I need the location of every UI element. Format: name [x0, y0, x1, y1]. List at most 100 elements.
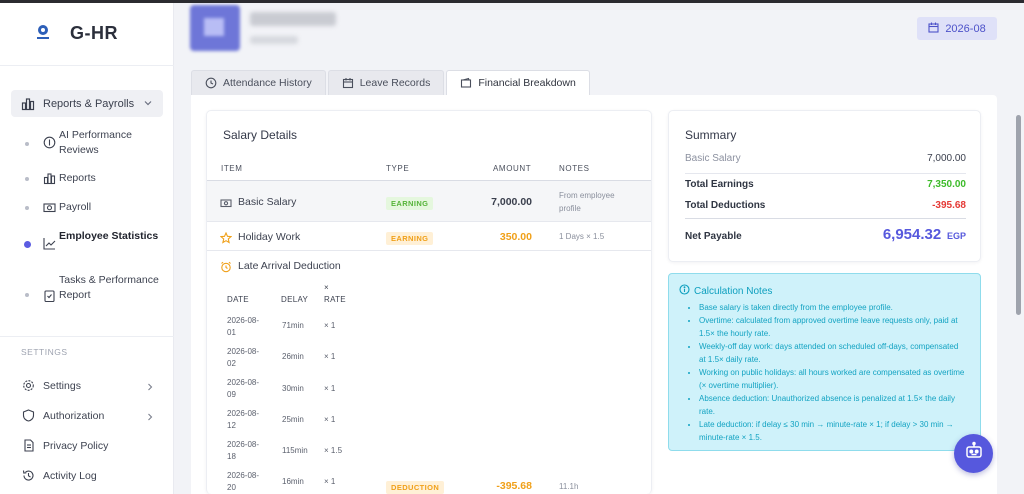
type-badge: EARNING: [386, 197, 434, 210]
sidebar-item-label: Authorization: [43, 410, 105, 422]
summary-card: Summary Basic Salary 7,000.00 Total Earn…: [668, 110, 981, 262]
sidebar-item-label: Tasks & Performance Report: [59, 274, 159, 301]
late-date: 12: [227, 421, 236, 430]
late-date: 02: [227, 359, 236, 368]
brand-logo-icon: [32, 22, 54, 44]
list-item: Absence deduction: Unauthorized absence …: [699, 392, 965, 418]
sub-header-rate: RATE: [324, 295, 346, 304]
late-delay: 30min: [282, 384, 304, 393]
late-date: 20: [227, 483, 236, 492]
chevron-down-icon: [143, 98, 153, 108]
row-item: Holiday Work: [238, 231, 301, 243]
sidebar-item-settings[interactable]: Settings: [0, 375, 174, 397]
tab-label: Attendance History: [223, 77, 312, 89]
history-icon: [22, 469, 35, 482]
late-rate: × 1: [324, 477, 336, 486]
summary-row-net: Net Payable 6,954.32 EGP: [685, 226, 966, 243]
summary-row-basic: Basic Salary 7,000.00: [685, 153, 966, 164]
summary-label: Total Earnings: [685, 179, 754, 190]
column-header-amount: AMOUNT: [493, 164, 532, 173]
sidebar-item-tasks-performance-report[interactable]: Tasks & Performance Report: [0, 273, 174, 319]
info-circle-icon: [43, 136, 56, 149]
nav-group-label: Reports & Payrolls: [43, 97, 135, 110]
nav-group-reports-payrolls[interactable]: Reports & Payrolls: [11, 90, 163, 117]
sidebar-item-label: Settings: [43, 380, 81, 392]
sidebar-item-privacy-policy[interactable]: Privacy Policy: [0, 435, 174, 457]
summary-row-deductions: Total Deductions -395.68: [685, 200, 966, 211]
calc-notes-title-text: Calculation Notes: [694, 285, 773, 297]
app-name: G-HR: [70, 23, 118, 43]
employee-subtitle-blurred: [250, 36, 298, 44]
period-selector[interactable]: 2026-08: [917, 17, 997, 40]
chatbot-button[interactable]: [954, 434, 993, 473]
late-rate: × 1.5: [324, 446, 343, 455]
row-amount: 350.00: [499, 231, 532, 243]
divider: [685, 218, 966, 219]
row-amount: 7,000.00: [491, 196, 532, 208]
sidebar-item-label: Activity Log: [43, 470, 97, 482]
row-note: From employee: [559, 191, 615, 200]
robot-icon: [964, 441, 984, 466]
row-item: Late Arrival Deduction: [238, 260, 341, 272]
bullet-dot: [25, 142, 29, 146]
row-note: profile: [559, 204, 581, 213]
late-delay: 25min: [282, 415, 304, 424]
info-icon: [679, 284, 690, 298]
clock-icon: [205, 77, 217, 89]
calc-notes-title: Calculation Notes: [679, 284, 772, 298]
sidebar-item-payroll[interactable]: Payroll: [0, 200, 174, 218]
type-badge: EARNING: [386, 232, 434, 245]
currency: EGP: [946, 231, 966, 241]
wallet-icon: [460, 77, 472, 89]
summary-label: Basic Salary: [685, 153, 741, 164]
late-rate: × 1: [324, 352, 336, 361]
net-amount: 6,954.32 EGP: [883, 226, 966, 243]
summary-value: -395.68: [932, 200, 966, 211]
sub-header-date: DATE: [227, 295, 249, 304]
scrollbar[interactable]: [1016, 115, 1021, 315]
line-chart-icon: [43, 237, 56, 250]
tab-leave-records[interactable]: Leave Records: [327, 70, 445, 95]
tab-attendance-history[interactable]: Attendance History: [191, 70, 326, 95]
type-badge: DEDUCTION: [386, 481, 445, 494]
list-item: Late deduction: if delay ≤ 30 min → minu…: [699, 418, 965, 444]
calendar-icon: [342, 77, 354, 89]
list-item: Weekly-off day work: days attended on sc…: [699, 340, 965, 366]
net-value: 6,954.32: [882, 226, 942, 243]
calendar-icon: [928, 22, 939, 36]
tab-financial-breakdown[interactable]: Financial Breakdown: [446, 70, 590, 95]
clipboard-check-icon: [43, 289, 56, 303]
row-note: 11.1h: [559, 482, 579, 491]
sidebar-item-reports[interactable]: Reports: [0, 171, 174, 189]
period-value: 2026-08: [945, 22, 986, 35]
sidebar-item-authorization[interactable]: Authorization: [0, 405, 174, 427]
late-delay: 26min: [282, 352, 304, 361]
sidebar-item-employee-statistics[interactable]: Employee Statistics: [0, 229, 174, 261]
bar-chart-icon: [21, 97, 35, 111]
summary-value: 7,350.00: [927, 179, 966, 190]
calc-notes-list: Base salary is taken directly from the e…: [689, 301, 965, 444]
money-icon: [43, 201, 56, 214]
bullet-dot: [25, 206, 29, 210]
sidebar-item-label: Employee Statistics: [59, 230, 159, 242]
row-amount: -395.68: [496, 480, 532, 492]
late-rate: × 1: [324, 384, 336, 393]
summary-value: 7,000.00: [927, 153, 966, 164]
late-date: 09: [227, 390, 236, 399]
chevron-right-icon: [146, 382, 154, 391]
chevron-right-icon: [146, 412, 154, 421]
sub-header-delay: DELAY: [281, 295, 309, 304]
tab-label: Leave Records: [359, 77, 431, 89]
employee-avatar: [190, 5, 240, 51]
sidebar-item-activity-log[interactable]: Activity Log: [0, 465, 174, 487]
late-delay: 115min: [282, 446, 308, 455]
sidebar-item-ai-performance-reviews[interactable]: AI Performance Reviews: [0, 128, 174, 160]
document-icon: [22, 439, 35, 452]
money-icon: [220, 196, 232, 214]
list-item: Working on public holidays: all hours wo…: [699, 366, 965, 392]
row-note: 1 Days × 1.5: [559, 232, 605, 241]
summary-label: Total Deductions: [685, 200, 766, 211]
bullet-dot: [25, 293, 29, 297]
settings-section-label: SETTINGS: [21, 347, 68, 357]
sidebar-item-label: Privacy Policy: [43, 440, 109, 452]
